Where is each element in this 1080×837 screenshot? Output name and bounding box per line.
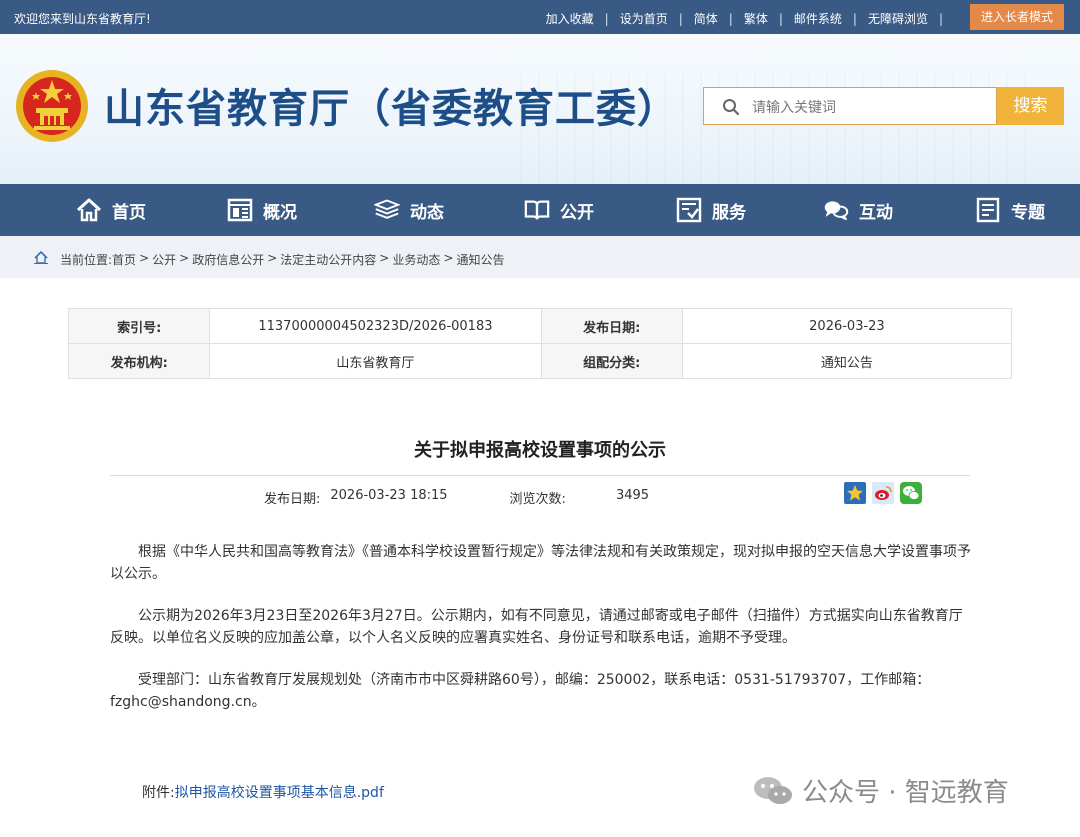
breadcrumb-separator: > — [139, 251, 150, 265]
nav-label: 概况 — [263, 202, 297, 223]
home-icon — [34, 251, 48, 264]
date-label: 发布日期: — [540, 308, 683, 344]
nav-label: 公开 — [560, 202, 594, 223]
divider: | — [728, 11, 733, 26]
open-book-icon — [524, 200, 550, 220]
accessibility-link[interactable]: 无障碍浏览 — [868, 10, 928, 27]
nav-label: 动态 — [410, 202, 444, 223]
article-body: 根据《中华人民共和国高等教育法》《普通本科学校设置暂行规定》等法律法规和有关政策… — [110, 541, 972, 733]
email-system-link[interactable]: 邮件系统 — [794, 10, 842, 27]
national-emblem-icon — [16, 70, 88, 142]
divider: | — [938, 11, 943, 26]
index-label: 索引号: — [67, 308, 211, 344]
nav-item-news[interactable]: 动态 — [374, 184, 444, 236]
views-label: 浏览次数: — [509, 492, 566, 507]
breadcrumb-open[interactable]: 公开 — [152, 251, 176, 268]
home-icon — [76, 198, 102, 222]
nav-label: 首页 — [112, 202, 146, 223]
publish-label: 发布日期: — [264, 492, 321, 507]
search-input[interactable] — [750, 96, 984, 120]
divider — [110, 475, 970, 476]
service-icon — [676, 197, 702, 223]
breadcrumb-path: 当前位置: 首页 > 公开 > 政府信息公开 > 法定主动公开内容 > 业务动态 > 通知… — [60, 251, 504, 268]
nav-item-topic[interactable]: 专题 — [975, 184, 1045, 236]
publish-value: 2026-03-23 18:15 — [330, 488, 448, 503]
elder-mode-button[interactable]: 进入长者模式 — [970, 4, 1064, 30]
org-value: 山东省教育厅 — [209, 343, 542, 379]
nav-item-overview[interactable]: 概况 — [227, 184, 297, 236]
breadcrumb-business[interactable]: 业务动态 — [392, 251, 440, 268]
favorite-star-icon[interactable] — [844, 482, 866, 504]
breadcrumb-home[interactable]: 首页 — [112, 251, 136, 268]
category-value: 通知公告 — [681, 343, 1013, 379]
category-label: 组配分类: — [540, 343, 683, 379]
nav-item-open[interactable]: 公开 — [524, 184, 594, 236]
breadcrumb-notice[interactable]: 通知公告 — [456, 251, 504, 268]
divider: | — [604, 11, 609, 26]
nav-item-service[interactable]: 服务 — [676, 184, 746, 236]
divider: | — [852, 11, 857, 26]
article-title: 关于拟申报高校设置事项的公示 — [414, 440, 666, 461]
overview-icon — [227, 198, 253, 222]
watermark: 公众号 · 智远教育 — [752, 772, 1009, 809]
weibo-icon[interactable] — [872, 482, 894, 504]
attachment: 附件:拟申报高校设置事项基本信息.pdf — [142, 782, 384, 802]
nav-label: 专题 — [1011, 202, 1045, 223]
add-favorite-link[interactable]: 加入收藏 — [546, 10, 594, 27]
document-icon — [976, 197, 1000, 223]
attachment-label: 附件: — [142, 785, 175, 801]
welcome-text: 欢迎您来到山东省教育厅! — [14, 12, 151, 26]
table-row: 索引号: 11370000004502323D/2026-00183 发布日期:… — [67, 308, 1013, 344]
site-header: 山东省教育厅（省委教育工委） 搜索 — [0, 34, 1080, 184]
search-box — [703, 87, 997, 125]
search-icon — [723, 99, 740, 116]
attachment-link[interactable]: 拟申报高校设置事项基本信息.pdf — [175, 785, 384, 801]
breadcrumb-separator: > — [443, 251, 454, 265]
set-homepage-link[interactable]: 设为首页 — [620, 10, 668, 27]
top-utility-bar: 欢迎您来到山东省教育厅! 加入收藏 | 设为首页 | 简体 | 繁体 | 邮件系… — [0, 0, 1080, 34]
site-title: 山东省教育厅（省委教育工委） — [104, 86, 678, 132]
wechat-watermark-icon — [754, 776, 792, 804]
nav-item-interact[interactable]: 互动 — [823, 184, 893, 236]
news-icon — [374, 199, 400, 219]
watermark-text: 公众号 · 智远教育 — [802, 778, 1009, 808]
table-row: 发布机构: 山东省教育厅 组配分类: 通知公告 — [67, 343, 1013, 379]
nav-label: 服务 — [712, 202, 746, 223]
nav-item-home[interactable]: 首页 — [76, 184, 146, 236]
breadcrumb-prefix: 当前位置: — [60, 253, 113, 267]
content-panel: 索引号: 11370000004502323D/2026-00183 发布日期:… — [16, 278, 1064, 837]
simplified-chinese-link[interactable]: 简体 — [694, 10, 718, 27]
paragraph: 受理部门：山东省教育厅发展规划处（济南市市中区舜耕路60号），邮编：250002… — [110, 672, 931, 710]
index-value: 11370000004502323D/2026-00183 — [209, 308, 542, 344]
breadcrumb: 当前位置: 首页 > 公开 > 政府信息公开 > 法定主动公开内容 > 业务动态 > 通知… — [0, 236, 1080, 278]
paragraph: 公示期为2026年3月23日至2026年3月27日。公示期内，如有不同意见，请通… — [110, 608, 963, 646]
wechat-icon[interactable] — [900, 482, 922, 504]
divider: | — [778, 11, 783, 26]
search-button[interactable]: 搜索 — [997, 87, 1064, 125]
breadcrumb-statutory[interactable]: 法定主动公开内容 — [280, 251, 376, 268]
nav-label: 互动 — [859, 202, 893, 223]
paragraph: 根据《中华人民共和国高等教育法》《普通本科学校设置暂行规定》等法律法规和有关政策… — [110, 544, 971, 582]
traditional-chinese-link[interactable]: 繁体 — [744, 10, 768, 27]
share-bar — [844, 482, 928, 504]
utility-links: 加入收藏 | 设为首页 | 简体 | 繁体 | 邮件系统 | 无障碍浏览 | — [546, 10, 954, 27]
divider: | — [678, 11, 683, 26]
breadcrumb-separator: > — [179, 251, 190, 265]
views-value: 3495 — [615, 488, 650, 503]
breadcrumb-gov-info[interactable]: 政府信息公开 — [192, 251, 264, 268]
main-navigation: 首页 概况 动态 公开 服务 互动 专题 — [0, 184, 1080, 236]
chat-icon — [824, 201, 849, 221]
org-label: 发布机构: — [67, 343, 211, 379]
breadcrumb-separator: > — [379, 251, 390, 265]
breadcrumb-separator: > — [267, 251, 278, 265]
meta-info-table: 索引号: 11370000004502323D/2026-00183 发布日期:… — [67, 308, 1013, 379]
date-value: 2026-03-23 — [681, 308, 1013, 344]
article-info: 发布日期: 2026-03-23 18:15 浏览次数: 3495 — [264, 488, 649, 507]
